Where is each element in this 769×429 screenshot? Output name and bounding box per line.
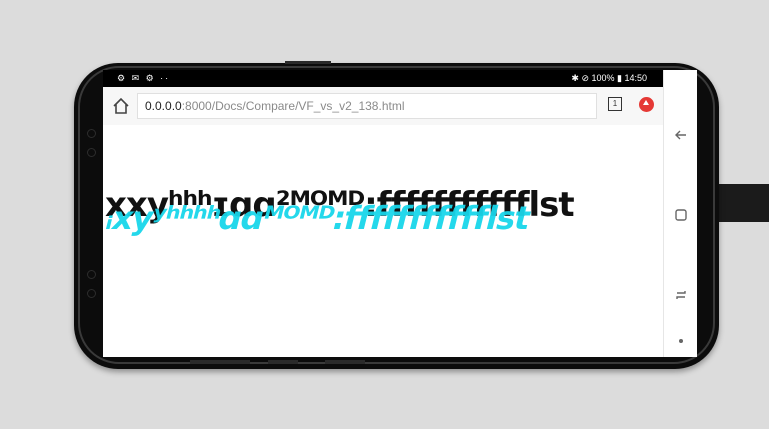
recents-icon[interactable] xyxy=(674,288,688,302)
tabs-button[interactable]: 1 xyxy=(608,97,622,111)
nav-dot-icon[interactable] xyxy=(674,334,688,348)
address-bar[interactable]: 0.0.0.0:8000/Docs/Compare/VF_vs_v2_138.h… xyxy=(137,93,597,119)
status-bar: ⚙ ✉ ⚙ ·· ✱ ⊘ 100% ▮ 14:50 xyxy=(103,70,663,87)
home-icon[interactable] xyxy=(111,96,131,116)
url-path: :8000/Docs/Compare/VF_vs_v2_138.html xyxy=(181,99,405,113)
bixby-button xyxy=(268,360,298,364)
home-square-icon[interactable] xyxy=(674,208,688,222)
status-icons-left: ⚙ ✉ ⚙ ·· xyxy=(117,73,171,83)
iris-sensor xyxy=(87,129,96,138)
light-sensor xyxy=(87,289,96,298)
page-content: xxyʰʰʰɪɑɑ²ᴹᴼᴹᴰ:ffffffffffflst ᵢxyʸʰʰʰʰɑɑ… xyxy=(103,125,663,357)
volume-button xyxy=(190,360,250,364)
url-host: 0.0.0.0 xyxy=(145,99,182,113)
navigation-bar xyxy=(663,70,697,357)
browser-toolbar: 0.0.0.0:8000/Docs/Compare/VF_vs_v2_138.h… xyxy=(103,87,663,126)
status-icons-right: ✱ ⊘ 100% ▮ 14:50 xyxy=(571,73,647,83)
power-button xyxy=(325,360,365,364)
device-screen: ⚙ ✉ ⚙ ·· ✱ ⊘ 100% ▮ 14:50 0.0.0.0:8000/D… xyxy=(103,70,697,357)
glyph-text-cyan: ᵢxyʸʰʰʰʰɑɑᴹᴼᴹᴰ:ffffffffffflst xyxy=(103,199,534,237)
extension-icon[interactable] xyxy=(639,97,654,112)
front-camera xyxy=(87,148,96,157)
back-icon[interactable] xyxy=(674,128,688,142)
proximity-sensor xyxy=(87,270,96,279)
top-button xyxy=(285,61,331,64)
